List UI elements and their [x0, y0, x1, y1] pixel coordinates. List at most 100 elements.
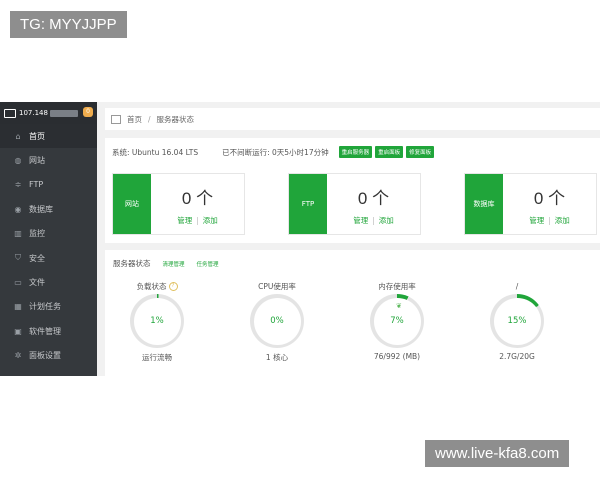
manage-link[interactable]: 管理	[177, 216, 192, 225]
overview-panel: 系统: Ubuntu 16.04 LTS 已不间断运行: 0天5小时17分钟 重…	[105, 138, 600, 243]
stat-links: 管理 | 添加	[503, 215, 596, 226]
add-link[interactable]: 添加	[379, 216, 394, 225]
gauge-memory: 内存使用率 7% ❦ 76/992 (MB)	[357, 280, 437, 361]
stat-card-database: 数据库 0 个 管理 | 添加	[464, 173, 597, 235]
stat-label: FTP	[289, 174, 327, 234]
gauge-ring: 0%	[250, 294, 304, 348]
monitor-icon	[4, 108, 16, 118]
stat-card-ftp: FTP 0 个 管理 | 添加	[288, 173, 421, 235]
link-separator: |	[372, 216, 375, 225]
breadcrumb-home[interactable]: 首页	[127, 114, 142, 125]
restart-server-button[interactable]: 重启服务器	[338, 146, 373, 158]
calendar-icon: ▦	[14, 302, 22, 312]
stat-count: 0 个	[533, 189, 566, 208]
gauge-title: CPU使用率	[258, 281, 296, 291]
gear-icon: ✲	[14, 351, 22, 361]
gauge-disk: / 15% 2.7G/20G	[477, 280, 557, 361]
gauge-cpu: CPU使用率 0% 1 核心	[237, 280, 317, 363]
file-icon: ▭	[14, 278, 22, 288]
server-status-panel: 服务器状态 清理管理 任务管理 负载状态? 1% 运行流畅 CPU使用率 0% …	[105, 250, 600, 376]
gauge-load: 负载状态? 1% 运行流畅	[117, 280, 197, 363]
watermark-top: TG: MYYJJPP	[10, 11, 127, 38]
shield-icon: ⛉	[15, 253, 21, 263]
manage-link[interactable]: 管理	[529, 216, 544, 225]
sidebar-item-label: 软件管理	[29, 326, 61, 336]
grid-icon: ▣	[14, 326, 22, 336]
sidebar-item-security[interactable]: ⛉ 安全	[0, 246, 97, 270]
gauge-subtext: 2.7G/20G	[499, 352, 535, 361]
gauge-title: 内存使用率	[378, 281, 416, 291]
stat-count: 0 个	[181, 189, 214, 208]
sidebar-item-label: 面板设置	[29, 351, 61, 361]
gauge-ring: 7% ❦	[370, 294, 424, 348]
server-ip: 107.148	[19, 109, 48, 117]
sidebar-item-website[interactable]: ◍ 网站	[0, 148, 97, 172]
gauge-title: /	[515, 281, 519, 291]
status-header: 服务器状态 清理管理 任务管理	[113, 258, 219, 269]
sidebar-item-software[interactable]: ▣ 软件管理	[0, 319, 97, 343]
main-content: 首页 / 服务器状态 系统: Ubuntu 16.04 LTS 已不间断运行: …	[97, 102, 600, 376]
ip-mask	[49, 109, 78, 117]
sidebar-item-label: 计划任务	[29, 302, 61, 312]
sidebar-item-database[interactable]: ◉ 数据库	[0, 197, 97, 221]
gauge-value: 0%	[253, 297, 301, 345]
sidebar-item-home[interactable]: ⌂ 首页	[0, 124, 97, 149]
panel-screen: 107.148 0 ⌂ 首页 ◍ 网站 ≑ FTP ◉ 数据库 ▥ 监控 ⛉ 安全 ▭ 文件 …	[0, 102, 600, 376]
monitor-chart-icon: ▥	[14, 229, 22, 239]
breadcrumb: 首页 / 服务器状态	[105, 108, 600, 130]
ftp-icon: ≑	[14, 180, 22, 190]
sidebar-item-label: FTP	[29, 180, 44, 190]
help-icon[interactable]: ?	[168, 281, 178, 291]
add-link[interactable]: 添加	[203, 216, 218, 225]
link-separator: |	[548, 216, 551, 225]
manage-link[interactable]: 管理	[353, 216, 368, 225]
stat-label: 数据库	[465, 174, 503, 234]
sidebar-item-settings[interactable]: ✲ 面板设置	[0, 344, 97, 368]
task-manager-link[interactable]: 任务管理	[197, 260, 219, 268]
sidebar-item-monitor[interactable]: ▥ 监控	[0, 222, 97, 246]
sidebar-item-files[interactable]: ▭ 文件	[0, 270, 97, 294]
system-os: 系统: Ubuntu 16.04 LTS	[112, 147, 199, 157]
stat-links: 管理 | 添加	[327, 215, 420, 226]
sidebar-item-label: 数据库	[29, 204, 53, 214]
system-uptime: 已不间断运行: 0天5小时17分钟	[222, 147, 329, 157]
breadcrumb-current: 服务器状态	[156, 114, 195, 124]
home-icon: ⌂	[15, 131, 21, 141]
sidebar-item-cron[interactable]: ▦ 计划任务	[0, 295, 97, 319]
stat-label: 网站	[113, 174, 151, 234]
gauge-value: 15%	[493, 297, 541, 345]
leaf-icon[interactable]: ❦	[396, 302, 402, 310]
link-separator: |	[196, 216, 199, 225]
gauge-subtext: 1 核心	[265, 353, 289, 362]
gauge-value: 1%	[133, 297, 181, 345]
sidebar-item-label: 监控	[29, 229, 45, 239]
gauge-subtext: 76/992 (MB)	[373, 352, 421, 361]
home-icon	[111, 114, 121, 124]
sidebar-item-label: 首页	[29, 131, 45, 141]
gauge-ring: 15%	[490, 294, 544, 348]
sidebar-item-label: 文件	[29, 278, 45, 288]
gauge-ring: 1%	[130, 294, 184, 348]
sidebar-item-ftp[interactable]: ≑ FTP	[0, 173, 97, 197]
cleanup-link[interactable]: 清理管理	[163, 260, 185, 268]
repair-panel-button[interactable]: 修复面板	[406, 146, 435, 158]
notification-badge[interactable]: 0	[83, 107, 93, 117]
stat-count: 0 个	[357, 189, 390, 208]
gauge-title-text: 负载状态	[136, 281, 167, 291]
stat-links: 管理 | 添加	[151, 215, 244, 226]
status-title: 服务器状态	[113, 259, 151, 268]
globe-icon: ◍	[14, 156, 22, 166]
add-link[interactable]: 添加	[555, 216, 570, 225]
restart-panel-button[interactable]: 重启面板	[375, 146, 404, 158]
watermark-bottom: www.live-kfa8.com	[425, 440, 570, 467]
sidebar: 107.148 0 ⌂ 首页 ◍ 网站 ≑ FTP ◉ 数据库 ▥ 监控 ⛉ 安全 ▭ 文件 …	[0, 102, 97, 376]
sidebar-header: 107.148 0	[0, 102, 97, 124]
breadcrumb-separator: /	[148, 114, 151, 124]
sidebar-item-label: 网站	[29, 156, 45, 166]
database-icon: ◉	[14, 204, 22, 214]
stat-card-website: 网站 0 个 管理 | 添加	[112, 173, 245, 235]
gauge-subtext: 运行流畅	[142, 353, 172, 362]
gauge-title: 负载状态?	[117, 280, 197, 292]
sidebar-item-label: 安全	[29, 253, 45, 263]
system-info: 系统: Ubuntu 16.04 LTS 已不间断运行: 0天5小时17分钟 重…	[112, 146, 435, 158]
